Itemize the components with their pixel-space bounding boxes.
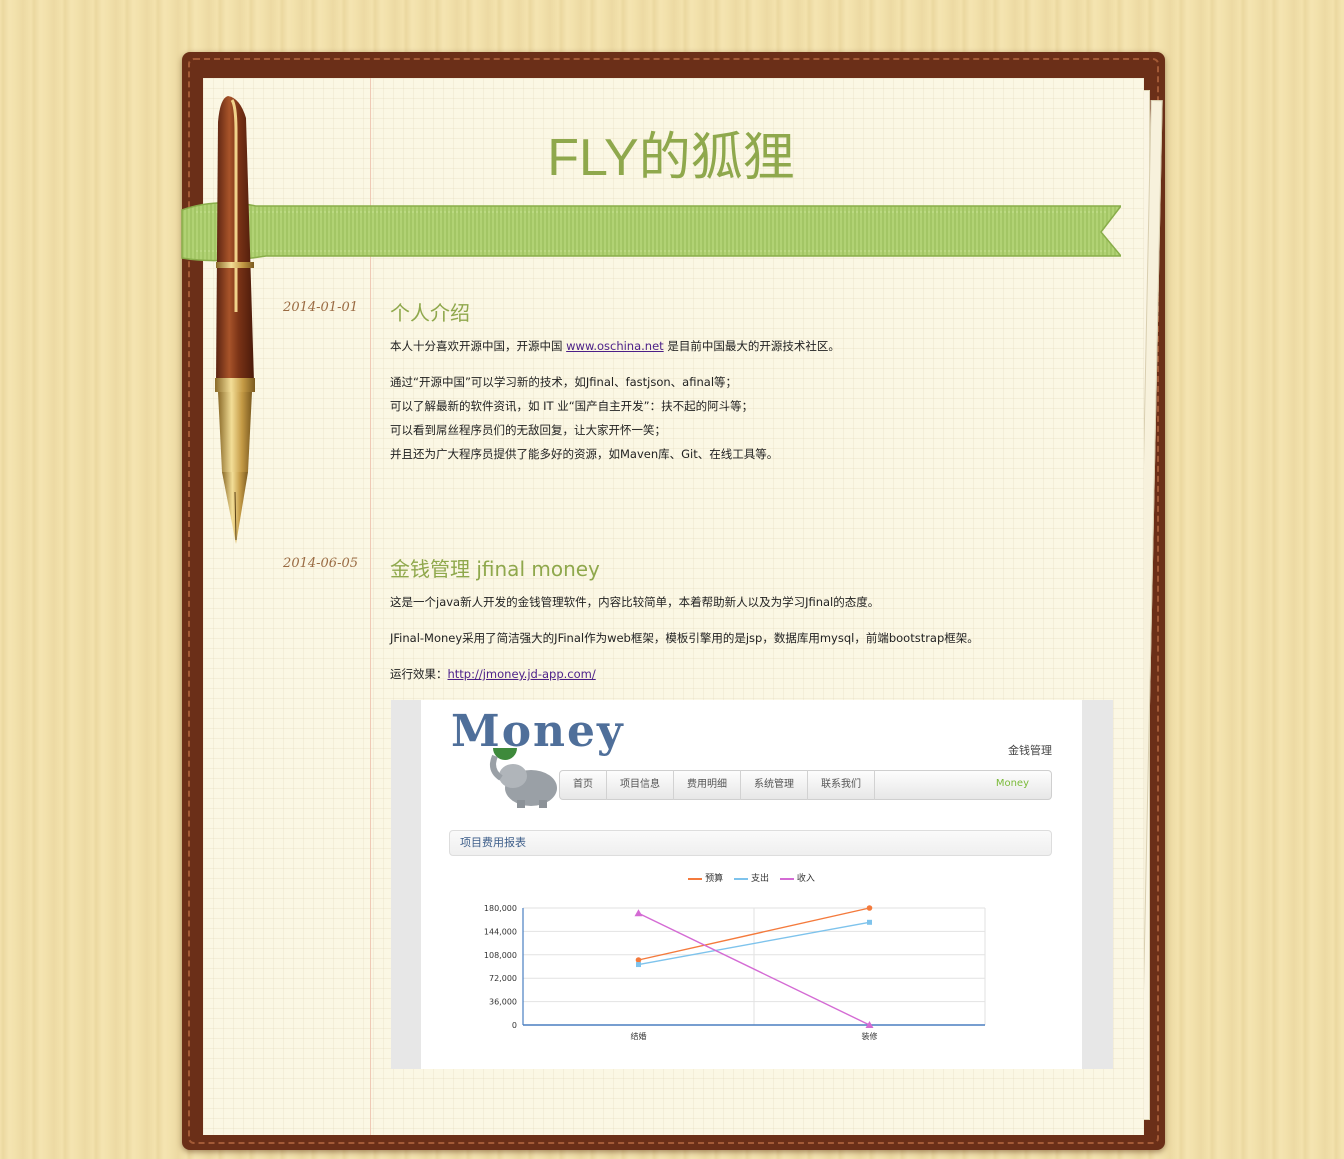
data-point bbox=[866, 905, 873, 911]
elephant-icon bbox=[490, 748, 557, 808]
nav-item: 联系我们 bbox=[808, 770, 875, 800]
legend-label: 收入 bbox=[796, 874, 815, 884]
legend-item: 预算 bbox=[688, 874, 723, 884]
x-tick-label: 装修 bbox=[862, 1031, 878, 1041]
jmoney-screenshot: Money 金钱管理 首页 项目信息 费用明细 系统管理 联系我们 Money … bbox=[391, 700, 1113, 1069]
post-paragraph: JFinal-Money采用了简洁强大的JFinal作为web框架，模板引擎用的… bbox=[390, 631, 979, 645]
green-ribbon bbox=[181, 202, 1121, 262]
screenshot-brand: 金钱管理 bbox=[1008, 744, 1052, 757]
post-paragraph: 通过“开源中国”可以学习新的技术，如Jfinal、fastjson、afinal… bbox=[390, 370, 1120, 466]
y-tick-label: 144,000 bbox=[484, 927, 517, 936]
legend-item: 支出 bbox=[733, 874, 769, 884]
legend-item: 收入 bbox=[779, 874, 815, 884]
post-date: 2014-06-05 bbox=[283, 556, 358, 571]
post-paragraph: 运行效果：http://jmoney.jd-app.com/ bbox=[390, 662, 1120, 686]
screenshot-navbar: 首页 项目信息 费用明细 系统管理 联系我们 Money bbox=[559, 770, 1052, 800]
post-title[interactable]: 个人介绍 bbox=[390, 297, 470, 326]
y-tick-label: 108,000 bbox=[484, 951, 517, 960]
post-line: 通过“开源中国”可以学习新的技术，如Jfinal、fastjson、afinal… bbox=[390, 375, 738, 389]
post-line: 可以了解最新的软件资讯，如 IT 业“国产自主开发”：扶不起的阿斗等； bbox=[390, 399, 754, 413]
x-tick-label: 结婚 bbox=[631, 1031, 647, 1041]
y-tick-label: 180,000 bbox=[484, 904, 517, 913]
report-panel-title: 项目费用报表 bbox=[449, 830, 1052, 856]
post-text: 是目前中国最大的开源技术社区。 bbox=[663, 339, 840, 353]
expense-line-chart: 0 36,000 72,000 108,000 144,000 180,000 结婚 装修 bbox=[484, 904, 986, 1041]
jmoney-link[interactable]: http://jmoney.jd-app.com/ bbox=[448, 667, 596, 681]
nav-item: 系统管理 bbox=[741, 770, 808, 800]
fountain-pen-icon bbox=[215, 96, 255, 544]
legend-label: 支出 bbox=[750, 874, 769, 884]
chart-legend: 预算 支出 收入 bbox=[421, 871, 1082, 884]
post-paragraph: 这是一个java新人开发的金钱管理软件，内容比较简单，本着帮助新人以及为学习Jf… bbox=[390, 595, 880, 609]
post-line: 并且还为广大程序员提供了能多好的资源，如Maven库、Git、在线工具等。 bbox=[390, 447, 779, 461]
site-title: FLY的狐狸 bbox=[547, 129, 795, 187]
y-tick-label: 72,000 bbox=[489, 974, 517, 983]
post-date: 2014-01-01 bbox=[283, 300, 358, 315]
nav-item: 项目信息 bbox=[607, 770, 674, 800]
screenshot-page: Money 金钱管理 首页 项目信息 费用明细 系统管理 联系我们 Money … bbox=[421, 700, 1082, 1069]
legend-label: 预算 bbox=[705, 874, 724, 884]
post-text: 本人十分喜欢开源中国，开源中国 bbox=[390, 339, 567, 353]
data-point bbox=[635, 957, 642, 963]
y-tick-label: 36,000 bbox=[489, 998, 517, 1007]
nav-item: 费用明细 bbox=[674, 770, 741, 800]
oschina-link[interactable]: www.oschina.net bbox=[566, 339, 664, 353]
post-title[interactable]: 金钱管理 jfinal money bbox=[390, 553, 600, 582]
post-line: 可以看到屌丝程序员们的无敌回复，让大家开怀一笑； bbox=[390, 423, 666, 437]
post-text: 运行效果： bbox=[390, 667, 448, 681]
nav-money-logo: Money bbox=[995, 778, 1029, 789]
post-paragraph: 本人十分喜欢开源中国，开源中国 www.oschina.net 是目前中国最大的… bbox=[390, 334, 1120, 358]
data-point bbox=[636, 962, 641, 968]
data-point bbox=[867, 919, 872, 925]
y-tick-label: 0 bbox=[512, 1021, 517, 1030]
nav-item: 首页 bbox=[560, 770, 607, 800]
data-point bbox=[634, 909, 643, 917]
